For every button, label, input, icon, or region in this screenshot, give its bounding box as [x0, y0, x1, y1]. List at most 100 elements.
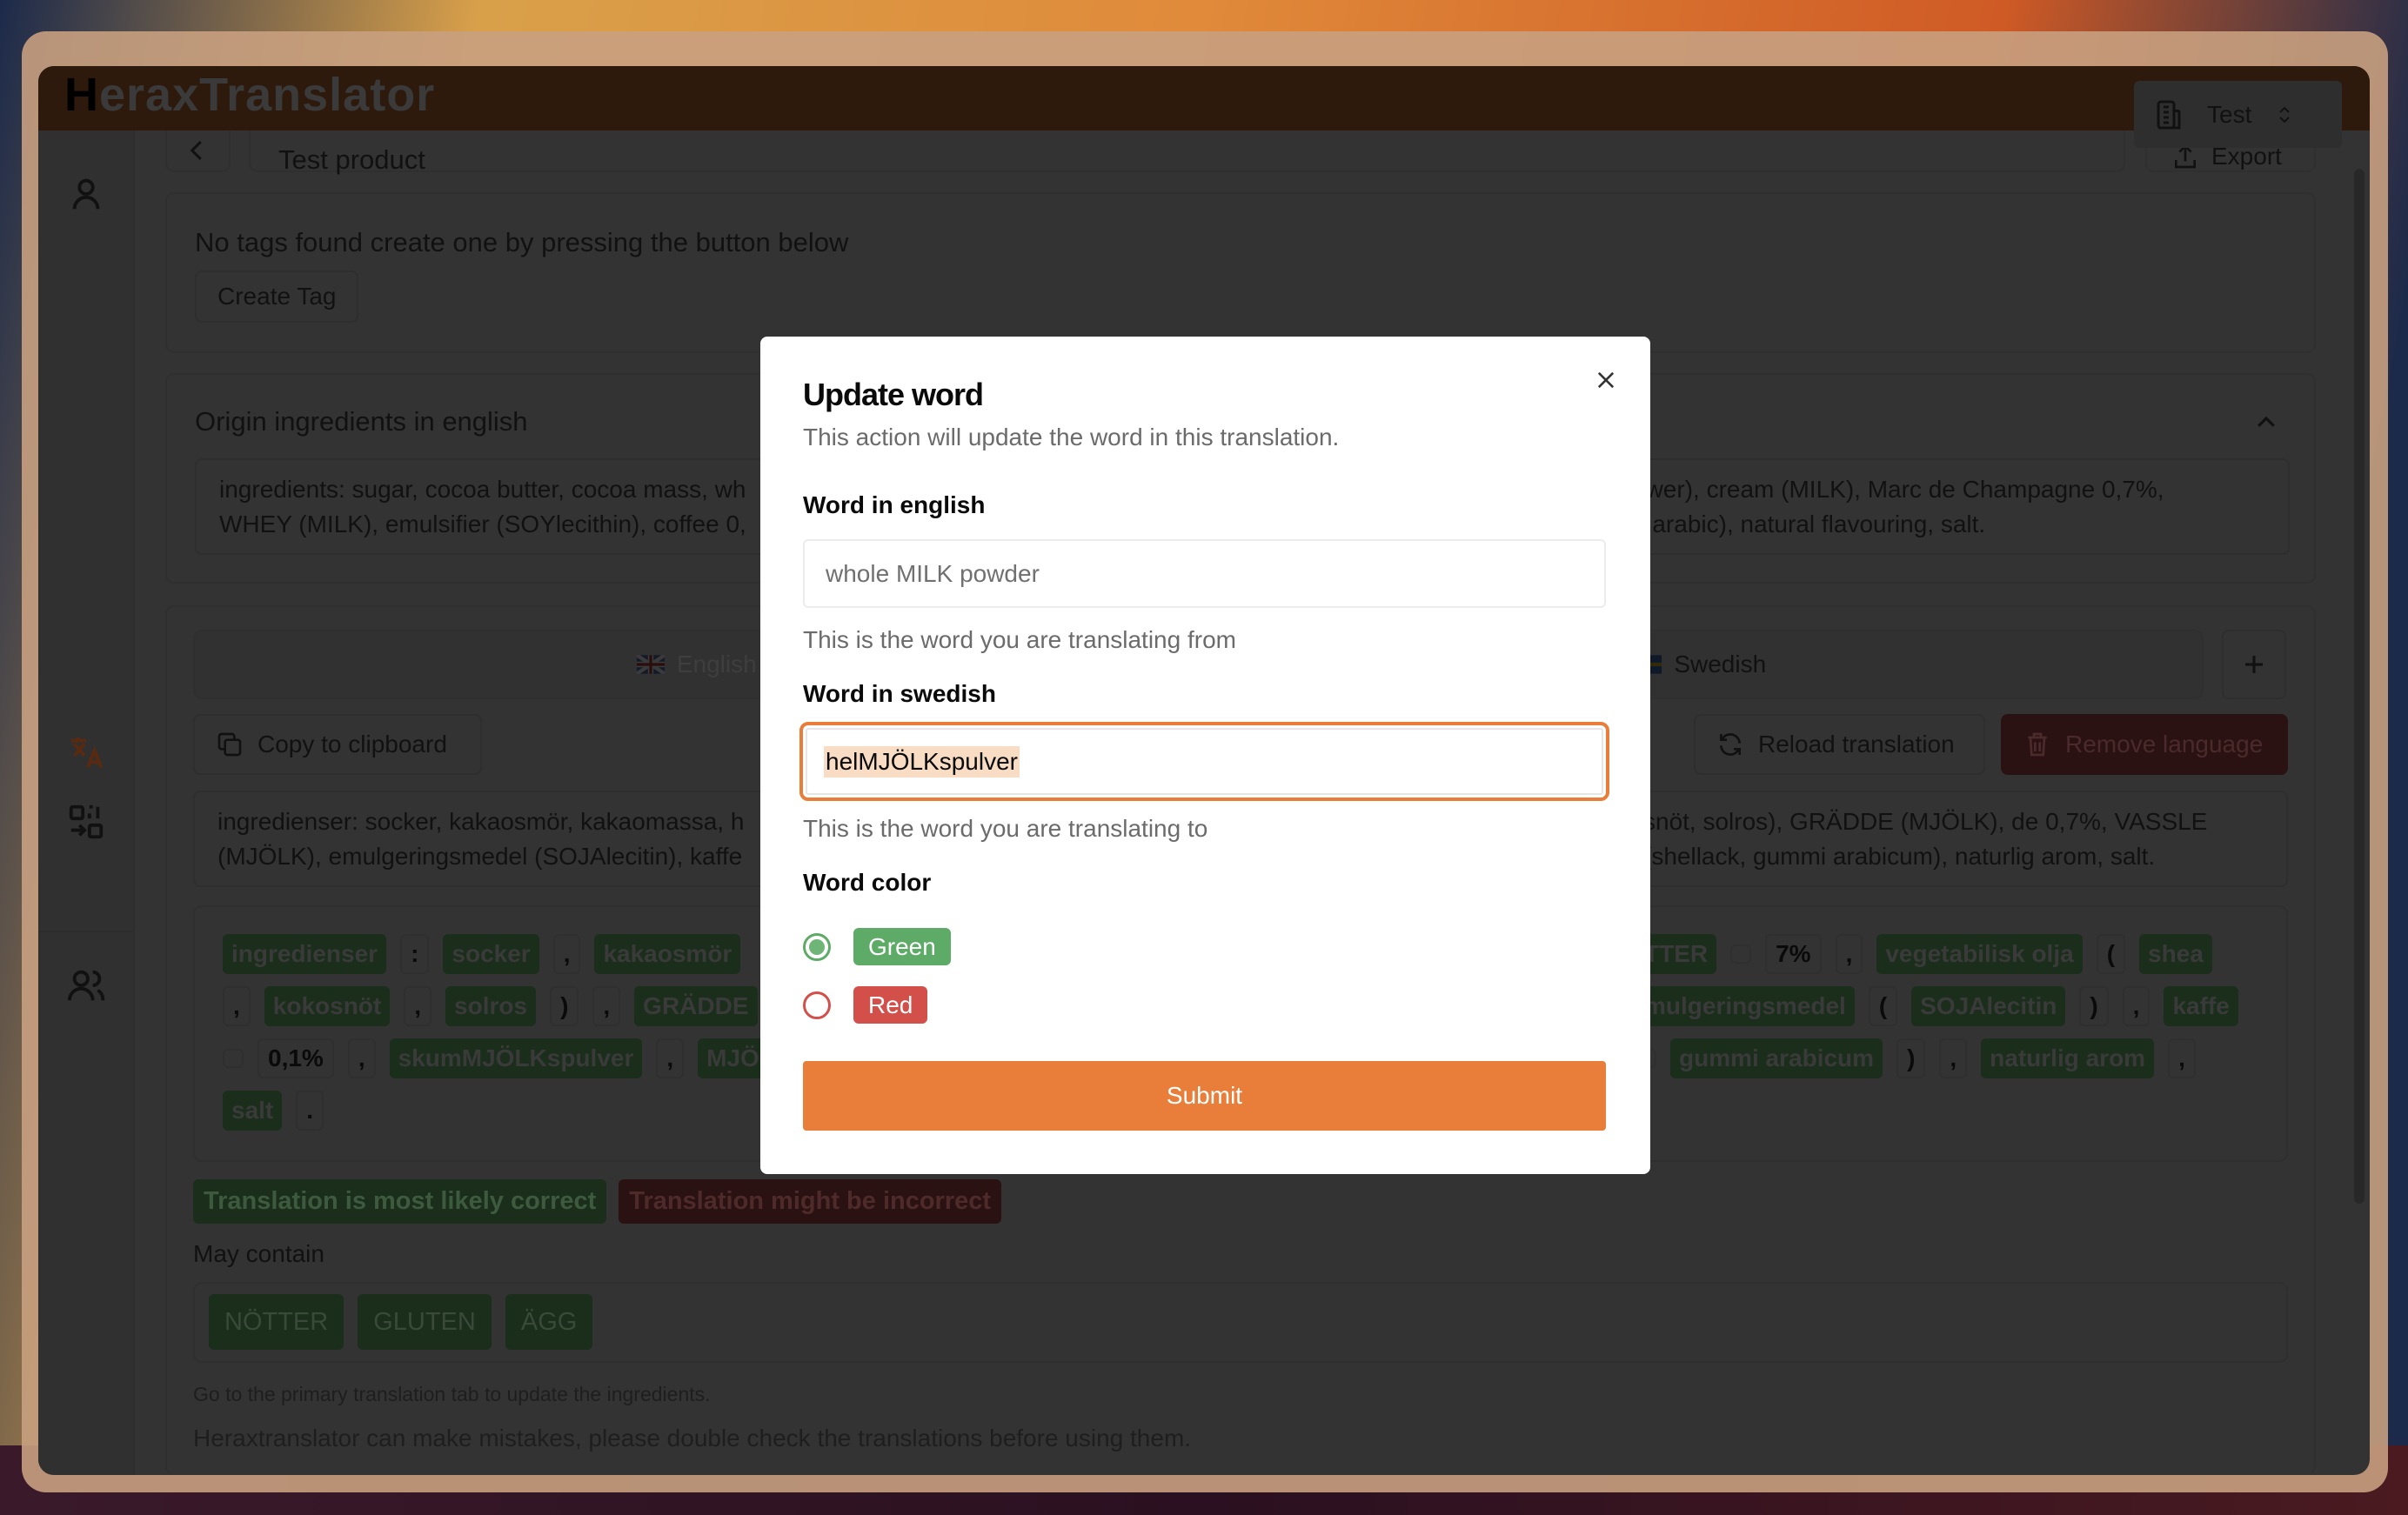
origin-title: Origin ingredients in english [195, 406, 528, 437]
swedish-word-help: This is the word you are translating to [803, 815, 1208, 842]
trash-icon [2028, 732, 2047, 757]
radio-green[interactable]: Green [803, 928, 965, 965]
english-word-value: whole MILK powder [826, 559, 1040, 587]
translation-text-line: (shellack, gummi arabicum), naturlig aro… [1643, 843, 2156, 870]
english-word-help: This is the word you are translating fro… [803, 626, 1236, 653]
swedish-word-input[interactable]: helMJÖLKspulver [799, 722, 1609, 801]
word-chip[interactable]: socker [443, 934, 539, 974]
red-color-badge: Red [853, 986, 928, 1024]
scrollbar[interactable] [2354, 169, 2365, 1204]
punctuation-chip[interactable]: 0,1% [258, 1038, 334, 1078]
may-contain-box: NÖTTER GLUTEN ÄGG [193, 1282, 2288, 1363]
remove-label: Remove language [2065, 731, 2264, 758]
word-chip[interactable]: salt [223, 1091, 283, 1131]
organization-selector[interactable]: Test [2134, 81, 2342, 148]
chevron-up-icon[interactable] [2253, 410, 2279, 436]
chevron-up-down-icon [2279, 106, 2291, 123]
chip-row: , kokosnöt, solros), GRÄDDE [223, 986, 772, 1026]
reload-label: Reload translation [1758, 731, 1955, 758]
punctuation-chip[interactable]: , [1939, 1038, 1968, 1078]
punctuation-chip[interactable]: , [1835, 934, 1863, 974]
punctuation-chip[interactable]: . [296, 1091, 324, 1131]
user-icon[interactable] [66, 174, 106, 214]
logo: HeraxTranslator [64, 68, 435, 122]
word-chip[interactable]: solros [445, 986, 537, 1026]
punctuation-chip[interactable] [1730, 944, 1752, 964]
english-word-label: Word in english [803, 491, 986, 518]
copy-label: Copy to clipboard [258, 731, 447, 758]
add-language-button[interactable] [2222, 630, 2286, 699]
word-chip[interactable]: naturlig arom [1981, 1038, 2155, 1078]
punctuation-chip[interactable]: 7% [1765, 934, 1822, 974]
word-chip[interactable]: vegetabilisk olja [1876, 934, 2083, 974]
legend-incorrect-badge: Translation might be incorrect [619, 1179, 1002, 1224]
english-word-input[interactable]: whole MILK powder [803, 539, 1606, 608]
chip-row: mulgeringsmedel ( SOJAlecitin), kaffe [1635, 986, 2252, 1026]
uk-flag-icon [636, 655, 665, 674]
punctuation-chip[interactable]: ( [1868, 986, 1898, 1026]
footer-note: Go to the primary translation tab to upd… [193, 1383, 711, 1405]
create-tag-button[interactable]: Create Tag [195, 270, 359, 323]
sidebar-divider [38, 931, 133, 932]
reload-translation-button[interactable]: Reload translation [1694, 714, 1985, 775]
punctuation-chip[interactable]: ( [2096, 934, 2126, 974]
users-icon[interactable] [66, 965, 106, 1005]
word-chip[interactable]: mulgeringsmedel [1635, 986, 1855, 1026]
green-color-badge: Green [853, 928, 951, 965]
allergen-badge: NÖTTER [209, 1294, 344, 1350]
allergen-badge: ÄGG [505, 1294, 593, 1350]
punctuation-chip[interactable]: , [656, 1038, 685, 1078]
submit-button[interactable]: Submit [803, 1061, 1606, 1131]
legend: Translation is most likely correct Trans… [193, 1179, 1015, 1224]
word-chip[interactable]: ingredienser [223, 934, 387, 974]
word-chip[interactable]: kakaosmör [594, 934, 741, 974]
punctuation-chip[interactable]: , [347, 1038, 376, 1078]
chip-row: salt. [223, 1091, 338, 1131]
word-chip[interactable]: skumMJÖLKspulver [389, 1038, 643, 1078]
word-chip[interactable]: kokosnöt [264, 986, 391, 1026]
punctuation-chip[interactable]: , [2168, 1038, 2196, 1078]
word-chip[interactable]: kaffe [2164, 986, 2238, 1026]
word-chip[interactable]: shea [2139, 934, 2212, 974]
punctuation-chip[interactable]: ) [2079, 986, 2109, 1026]
plus-icon [2245, 656, 2263, 673]
punctuation-chip[interactable]: ) [1896, 1038, 1926, 1078]
tab-label: Swedish [1674, 651, 1767, 677]
allergen-badge: GLUTEN [358, 1294, 492, 1350]
chevron-left-icon [190, 140, 202, 161]
chip-row: 0,1%, skumMJÖLKspulver, MJÖLK [223, 1038, 814, 1078]
punctuation-chip[interactable]: : [400, 934, 430, 974]
create-tag-label: Create Tag [217, 283, 337, 310]
punctuation-chip[interactable]: ) [550, 986, 579, 1026]
close-icon[interactable] [1594, 368, 1618, 392]
radio-unselected-icon [803, 991, 831, 1019]
translate-icon[interactable] [66, 732, 106, 772]
radio-red[interactable]: Red [803, 986, 941, 1024]
copy-to-clipboard-button[interactable]: Copy to clipboard [193, 714, 482, 775]
word-chip[interactable]: gummi arabicum [1670, 1038, 1883, 1078]
punctuation-chip[interactable] [223, 1049, 244, 1068]
tab-label: English [676, 651, 757, 677]
dialog-title: Update word [803, 377, 984, 412]
logo-initial: H [64, 69, 99, 121]
copy-icon [217, 732, 242, 757]
chip-row: ingredienser: socker, kakaosmör [223, 934, 754, 974]
punctuation-chip[interactable]: , [552, 934, 581, 974]
swedish-word-label: Word in swedish [803, 680, 996, 707]
punctuation-chip[interactable]: , [592, 986, 621, 1026]
punctuation-chip[interactable]: , [2122, 986, 2150, 1026]
top-header: HeraxTranslator [38, 66, 2370, 130]
word-chip[interactable]: GRÄDDE [634, 986, 758, 1026]
submit-label: Submit [1166, 1082, 1243, 1109]
dialog-description: This action will update the word in this… [803, 424, 1340, 450]
page-title: Test product [278, 144, 425, 175]
word-chip[interactable]: SOJAlecitin [1911, 986, 2066, 1026]
sidebar [38, 130, 135, 1475]
punctuation-chip[interactable]: , [223, 986, 251, 1026]
qr-scan-icon[interactable] [66, 802, 106, 842]
radio-selected-icon [803, 932, 831, 961]
building-icon [2157, 100, 2181, 129]
legend-correct-badge: Translation is most likely correct [193, 1179, 607, 1224]
remove-language-button[interactable]: Remove language [2001, 714, 2288, 775]
punctuation-chip[interactable]: , [404, 986, 432, 1026]
